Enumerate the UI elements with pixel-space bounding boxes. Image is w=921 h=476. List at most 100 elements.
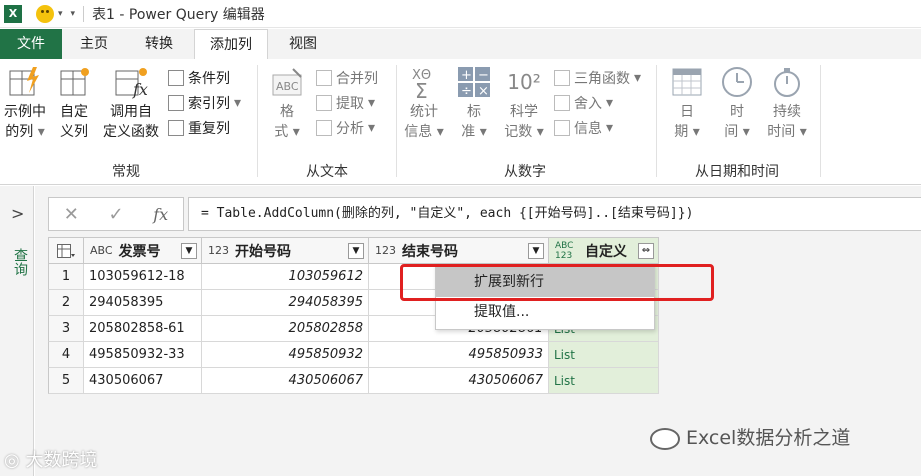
table-cell[interactable]: 495850933 (369, 342, 549, 368)
duration-label-2: 时间 (767, 124, 796, 140)
row-number[interactable]: 4 (48, 342, 84, 368)
table-cell[interactable]: 430506067 (369, 368, 549, 394)
row-number[interactable]: 1 (48, 264, 84, 290)
statistics-button[interactable]: XΘ Σ 统计 信息 ▾ (400, 65, 448, 142)
group-label-general: 常规 (112, 164, 140, 180)
standard-label-2: 准 (461, 124, 476, 140)
time-button[interactable]: 时 间 ▾ (714, 65, 760, 142)
rounding-button[interactable]: 舍入 ▾ (554, 92, 613, 114)
clock-icon (719, 65, 755, 99)
parse-icon (316, 120, 332, 136)
table-cell[interactable]: 495850932-33 (84, 342, 202, 368)
column-from-examples-button[interactable]: 示例中 的列 ▾ (0, 65, 50, 142)
filter-dropdown-icon[interactable]: ▼ (528, 243, 544, 259)
filter-dropdown-icon[interactable]: ▼ (181, 243, 197, 259)
divider (257, 65, 258, 177)
row-number[interactable]: 3 (48, 316, 84, 342)
table-cell[interactable]: 495850932 (202, 342, 369, 368)
excel-app-icon: X (4, 4, 22, 23)
tab-view[interactable]: 视图 (272, 29, 334, 59)
table-cell[interactable]: 103059612 (202, 264, 369, 290)
date-button[interactable]: 日 期 ▾ (664, 65, 710, 142)
duplicate-column-button[interactable]: 重复列 (168, 117, 230, 139)
table-cell-list[interactable]: List (549, 368, 659, 394)
table-menu-button[interactable] (48, 237, 84, 264)
column-header-start[interactable]: 123 开始号码 ▼ (202, 237, 369, 264)
window-title: 表1 - Power Query 编辑器 (92, 6, 265, 23)
conditional-column-button[interactable]: 条件列 (168, 67, 230, 89)
duplicate-column-label: 重复列 (188, 121, 230, 137)
index-column-icon (168, 95, 184, 111)
divider (820, 65, 821, 177)
custom-column-button[interactable]: 自定 义列 (52, 65, 96, 142)
column-header-end[interactable]: 123 结束号码 ▼ (369, 237, 549, 264)
queries-pane-label[interactable]: 查询 (10, 248, 30, 276)
group-label-datetime: 从日期和时间 (695, 164, 779, 180)
time-label-2: 间 (724, 124, 739, 140)
wechat-icon (650, 427, 680, 450)
filter-dropdown-icon[interactable]: ▼ (348, 243, 364, 259)
svg-text:÷: ÷ (461, 84, 472, 99)
table-cell[interactable]: 103059612-18 (84, 264, 202, 290)
table-cell[interactable]: 294058395 (202, 290, 369, 316)
tab-file[interactable]: 文件 (0, 29, 62, 59)
customize-toolbar-icon[interactable]: ▾ (71, 9, 76, 19)
index-column-label: 索引列 (188, 96, 230, 112)
duration-button[interactable]: 持续 时间 ▾ (764, 65, 810, 142)
any-type-icon[interactable]: ABC 123 (555, 241, 579, 261)
column-header-label: 发票号 (118, 243, 161, 260)
table-cell[interactable]: 205802858 (202, 316, 369, 342)
extract-button[interactable]: 提取 ▾ (316, 92, 375, 114)
highlight-annotation (400, 264, 714, 301)
row-number[interactable]: 2 (48, 290, 84, 316)
duration-label-1: 持续 (773, 104, 801, 120)
scientific-button[interactable]: 10² 科学 记数 ▾ (500, 65, 548, 142)
table-icon (57, 243, 75, 258)
tab-add-column[interactable]: 添加列 (194, 29, 268, 60)
smiley-feedback-icon[interactable] (36, 4, 54, 23)
standard-button[interactable]: + − ÷ × 标 准 ▾ (452, 65, 496, 142)
formula-input[interactable]: = Table.AddColumn(删除的列, "自定义", each {[开始… (188, 197, 921, 231)
trigonometry-button[interactable]: 三角函数 ▾ (554, 67, 641, 89)
column-header-invoice[interactable]: ABC 发票号 ▼ (84, 237, 202, 264)
number-type-icon[interactable]: 123 (375, 244, 396, 257)
sigma-icon: XΘ Σ (406, 65, 442, 103)
information-button[interactable]: 信息 ▾ (554, 117, 613, 139)
expand-column-icon[interactable]: ⇔ (638, 243, 654, 259)
scientific-label-1: 科学 (510, 104, 538, 120)
table-cell-list[interactable]: List (549, 342, 659, 368)
invoke-custom-function-button[interactable]: fx 调用自 定义函数 (98, 65, 164, 142)
chevron-down-icon: ▾ (368, 95, 376, 111)
format-button[interactable]: ABC 格 式 ▾ (262, 65, 312, 142)
table-cell[interactable]: 205802858-61 (84, 316, 202, 342)
duplicate-column-icon (168, 120, 184, 136)
table-cell[interactable]: 294058395 (84, 290, 202, 316)
arithmetic-icon: + − ÷ × (456, 65, 492, 99)
chevron-down-icon: ▾ (368, 120, 376, 136)
confirm-icon[interactable]: ✓ (94, 204, 139, 225)
brand-logo-icon: ◎ (4, 450, 20, 471)
table-cell[interactable]: 430506067 (202, 368, 369, 394)
rounding-icon (554, 95, 570, 111)
merge-columns-button[interactable]: 合并列 (316, 67, 378, 89)
menu-item-extract-values[interactable]: 提取值... (436, 297, 654, 327)
index-column-button[interactable]: 索引列 ▾ (168, 92, 241, 114)
chevron-down-icon[interactable]: ▾ (58, 9, 63, 19)
expand-chevron-icon[interactable]: > (11, 204, 24, 223)
number-type-icon[interactable]: 123 (208, 244, 229, 257)
cancel-icon[interactable]: ✕ (49, 204, 94, 225)
tab-transform[interactable]: 转换 (128, 29, 190, 59)
fx-icon[interactable]: fx (138, 205, 183, 224)
table-cell[interactable]: 430506067 (84, 368, 202, 394)
column-header-custom[interactable]: ABC 123 自定义 ⇔ (549, 237, 659, 264)
extract-label: 提取 (336, 96, 364, 112)
text-type-icon[interactable]: ABC (90, 244, 113, 257)
row-number[interactable]: 5 (48, 368, 84, 394)
parse-button[interactable]: 分析 ▾ (316, 117, 375, 139)
group-label-number: 从数字 (504, 164, 546, 180)
tab-home[interactable]: 主页 (66, 29, 122, 59)
chevron-down-icon: ▾ (799, 124, 807, 140)
extract-icon (316, 95, 332, 111)
chevron-down-icon: ▾ (37, 124, 45, 140)
date-label-1: 日 (680, 104, 694, 120)
